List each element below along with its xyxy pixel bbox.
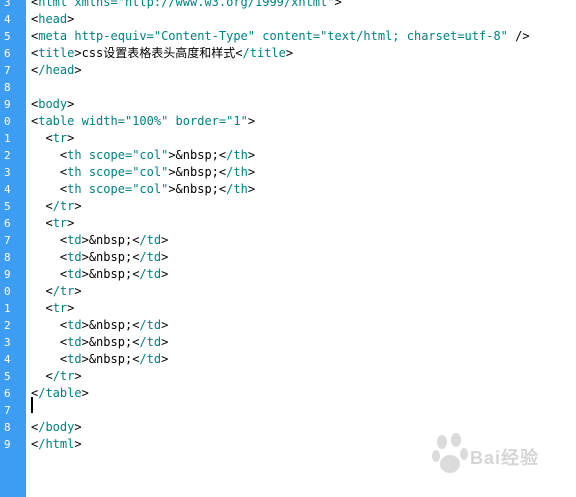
code-line[interactable]: <td>&nbsp;</td> <box>31 317 168 334</box>
code-line[interactable]: <tr> <box>31 300 74 317</box>
line-number: 8 <box>4 421 11 434</box>
code-line[interactable]: <tr> <box>31 130 74 147</box>
line-number: 9 <box>4 438 11 451</box>
line-number: 4 <box>4 183 11 196</box>
line-number: 7 <box>4 404 11 417</box>
code-line[interactable]: <head> <box>31 11 74 28</box>
line-number: 2 <box>4 319 11 332</box>
code-line[interactable]: </tr> <box>31 368 81 385</box>
baidu-jingyan-watermark: Bai经验 <box>430 428 570 478</box>
line-number: 4 <box>4 13 11 26</box>
line-number: 8 <box>4 81 11 94</box>
code-line[interactable]: <tr> <box>31 215 74 232</box>
line-number: 9 <box>4 268 11 281</box>
code-line[interactable]: </head> <box>31 62 82 79</box>
line-number: 0 <box>4 285 11 298</box>
code-line[interactable]: <td>&nbsp;</td> <box>31 351 168 368</box>
code-line[interactable]: <html xmlns="http://www.w3.org/1999/xhtm… <box>31 0 342 11</box>
code-line[interactable]: <body> <box>31 96 74 113</box>
line-number: 1 <box>4 302 11 315</box>
code-line[interactable]: <th scope="col">&nbsp;</th> <box>31 181 255 198</box>
line-number: 9 <box>4 98 11 111</box>
line-number: 1 <box>4 132 11 145</box>
code-line[interactable]: <title>css设置表格表头高度和样式</title> <box>31 45 293 62</box>
paw-logo-icon <box>432 433 468 473</box>
line-number: 4 <box>4 353 11 366</box>
line-number: 5 <box>4 370 11 383</box>
line-number: 5 <box>4 200 11 213</box>
line-number: 6 <box>4 387 11 400</box>
code-line[interactable]: <td>&nbsp;</td> <box>31 266 168 283</box>
line-number: 3 <box>4 0 11 9</box>
code-line[interactable]: </tr> <box>31 283 81 300</box>
code-line[interactable]: </html> <box>31 436 82 453</box>
line-number: 3 <box>4 166 11 179</box>
code-line[interactable]: </table> <box>31 385 89 402</box>
line-number: 6 <box>4 47 11 60</box>
text-caret <box>31 397 33 413</box>
code-line[interactable]: </tr> <box>31 198 81 215</box>
line-number: 2 <box>4 149 11 162</box>
code-line[interactable]: <td>&nbsp;</td> <box>31 249 168 266</box>
code-area[interactable]: <html xmlns="http://www.w3.org/1999/xhtm… <box>26 0 576 497</box>
code-line[interactable]: <meta http-equiv="Content-Type" content=… <box>31 28 530 45</box>
line-number: 5 <box>4 30 11 43</box>
code-line[interactable]: <td>&nbsp;</td> <box>31 334 168 351</box>
line-number: 3 <box>4 336 11 349</box>
code-editor[interactable]: 3 4 5 6 7 8 9 0 1 2 3 4 5 6 7 8 9 0 1 2 3 4 5 6 7 8 9 <html xmlns=… <box>0 0 576 497</box>
code-line[interactable]: </body> <box>31 419 82 436</box>
code-line[interactable]: <th scope="col">&nbsp;</th> <box>31 147 255 164</box>
line-number: 8 <box>4 251 11 264</box>
line-number: 7 <box>4 234 11 247</box>
line-number-gutter: 3 4 5 6 7 8 9 0 1 2 3 4 5 6 7 8 9 0 1 2 3 4 5 6 7 8 9 <box>0 0 26 497</box>
line-number: 7 <box>4 64 11 77</box>
line-number: 6 <box>4 217 11 230</box>
code-line[interactable]: <td>&nbsp;</td> <box>31 232 168 249</box>
code-line[interactable]: <table width="100%" border="1"> <box>31 113 255 130</box>
watermark-text: Bai经验 <box>470 448 540 468</box>
code-line[interactable]: <th scope="col">&nbsp;</th> <box>31 164 255 181</box>
line-number: 0 <box>4 115 11 128</box>
